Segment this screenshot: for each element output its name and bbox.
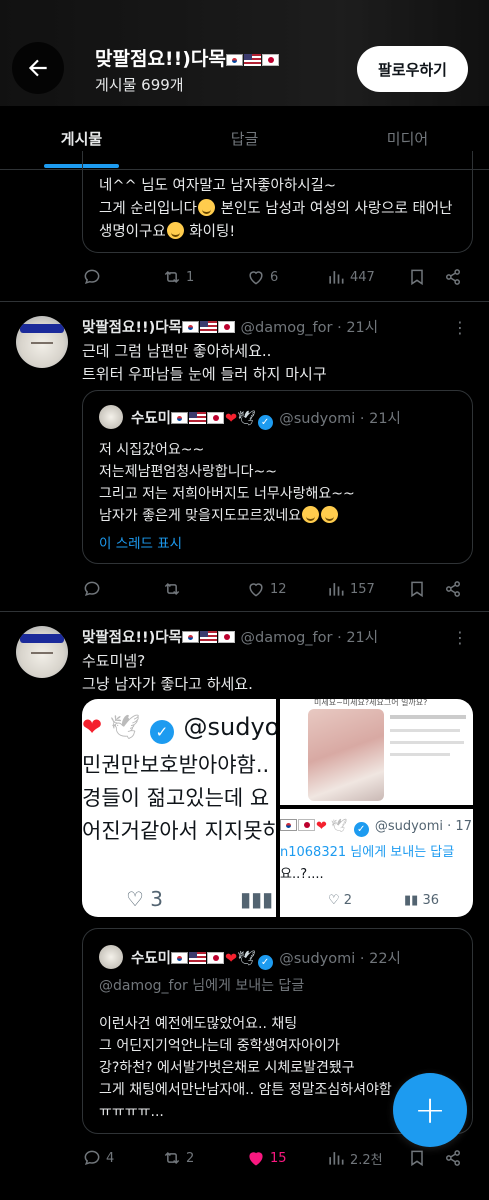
share-icon xyxy=(446,269,460,285)
bookmark-icon xyxy=(411,1150,423,1167)
media-image-3[interactable]: ❤ 🕊 ✓ @sudyomi · 17 n1068321 님에게 보내는 답글 … xyxy=(280,809,473,917)
media-image-1[interactable]: ❤ 🕊 ✓ @sudyo 민권만보호받아야함.. 경들이 젊고있는데 요 어진거… xyxy=(82,699,276,917)
profile-name: 맞팔점요!!)다목 xyxy=(95,44,280,71)
reply-button[interactable] xyxy=(82,577,106,601)
bookmark-button[interactable] xyxy=(407,577,427,601)
bookmark-icon xyxy=(411,581,423,598)
show-thread-link[interactable]: 이 스레드 표시 xyxy=(99,532,182,552)
post-item[interactable]: 맞팔점요!!)다목 @damog_for · 21시 ⋮ 근데 그럼 남편만 좋… xyxy=(0,302,489,612)
like-button[interactable]: 6 xyxy=(246,265,278,289)
post-text: 근데 그럼 남편만 좋아하세요.. 트위터 우파남들 눈에 들러 하지 마시구 xyxy=(82,342,327,383)
like-button[interactable]: 15 xyxy=(246,1146,287,1170)
bookmark-button[interactable] xyxy=(407,265,427,289)
share-button[interactable] xyxy=(443,577,463,601)
retweet-button[interactable] xyxy=(162,577,186,601)
post-author[interactable]: 맞팔점요!!)다목 @damog_for · 21시 xyxy=(82,626,378,647)
compose-icon: + xyxy=(414,1088,446,1132)
post-item[interactable]: 네^^ 님도 여자말고 남자좋아하시길~ 그게 순리입니다 본인도 남성과 여성… xyxy=(0,151,489,302)
reply-icon xyxy=(84,581,100,597)
smile-emoji-icon xyxy=(166,222,184,239)
share-button[interactable] xyxy=(443,1146,463,1170)
like-button[interactable]: 12 xyxy=(246,577,287,601)
verified-icon: ✓ xyxy=(257,415,273,430)
back-arrow-icon xyxy=(28,59,47,77)
share-icon xyxy=(446,1150,460,1166)
korea-flag-icon xyxy=(225,54,243,66)
like-icon xyxy=(249,271,263,285)
like-icon xyxy=(249,1152,263,1166)
share-button[interactable] xyxy=(443,265,463,289)
reply-to-label: @damog_for 님에게 보내는 답글 xyxy=(99,978,305,994)
views-button[interactable]: 2.2천 xyxy=(326,1146,383,1170)
us-flag-icon xyxy=(243,54,261,66)
views-icon xyxy=(329,271,344,284)
post-media-grid[interactable]: ❤ 🕊 ✓ @sudyo 민권만보호받아야함.. 경들이 젊고있는데 요 어진거… xyxy=(82,699,473,917)
post-actions: 1 6 447 xyxy=(82,265,462,289)
verified-icon: ✓ xyxy=(257,955,273,970)
more-icon[interactable]: ⋮ xyxy=(452,320,468,336)
quoted-post-text: 네^^ 님도 여자말고 남자좋아하시길~ 그게 순리입니다 본인도 남성과 여성… xyxy=(99,178,453,240)
retweet-icon xyxy=(164,582,180,596)
views-button[interactable]: 447 xyxy=(326,265,375,289)
quoted-avatar xyxy=(99,405,123,429)
avatar[interactable] xyxy=(16,316,68,368)
retweet-button[interactable]: 2 xyxy=(162,1146,194,1170)
share-icon xyxy=(446,581,460,597)
quoted-post[interactable]: 네^^ 님도 여자말고 남자좋아하시길~ 그게 순리입니다 본인도 남성과 여성… xyxy=(82,151,473,253)
post-actions: 12 157 xyxy=(82,577,462,601)
quoted-post[interactable]: 수됴미 ❤🕊 ✓ @sudyomi · 21시 저 시집갔어요~~ 저는제남편엄청사… xyxy=(82,390,473,564)
reply-button[interactable] xyxy=(82,265,106,289)
views-icon xyxy=(329,583,344,596)
back-button[interactable] xyxy=(12,42,64,94)
reply-icon xyxy=(84,1150,100,1166)
views-icon xyxy=(329,1152,344,1165)
post-author[interactable]: 맞팔점요!!)다목 @damog_for · 21시 xyxy=(82,316,378,337)
quoted-author: 수됴미 ❤🕊 ✓ @sudyomi · 22시 xyxy=(131,951,401,970)
media-image-2[interactable]: 미세요~미세요?세요그어 일까요? xyxy=(280,699,473,805)
japan-flag-icon xyxy=(261,54,279,66)
reply-button[interactable]: 4 xyxy=(82,1146,114,1170)
post-count: 게시물 699개 xyxy=(95,76,184,94)
smile-emoji-icon xyxy=(198,199,215,216)
quoted-author: 수됴미 ❤🕊 ✓ @sudyomi · 21시 xyxy=(131,411,401,430)
post-actions: 4 2 15 2.2천 xyxy=(82,1146,462,1170)
quoted-post-text: 저 시집갔어요~~ 저는제남편엄청사랑합니다~~ 그리고 저는 저희아버지도 너… xyxy=(99,442,355,524)
retweet-icon xyxy=(164,1151,180,1165)
like-icon xyxy=(249,583,263,597)
reply-icon xyxy=(84,269,100,285)
compose-button[interactable]: + xyxy=(393,1073,467,1147)
post-text: 수됴미넴? 그냥 남자가 좋다고 하세요. xyxy=(82,652,253,693)
bookmark-icon xyxy=(411,269,423,286)
more-icon[interactable]: ⋮ xyxy=(452,630,468,646)
retweet-button[interactable]: 1 xyxy=(162,265,194,289)
bookmark-button[interactable] xyxy=(407,1146,427,1170)
quoted-avatar xyxy=(99,945,123,969)
follow-button[interactable]: 팔로우하기 xyxy=(357,46,468,92)
views-button[interactable]: 157 xyxy=(326,577,375,601)
retweet-icon xyxy=(164,270,180,284)
avatar[interactable] xyxy=(16,626,68,678)
